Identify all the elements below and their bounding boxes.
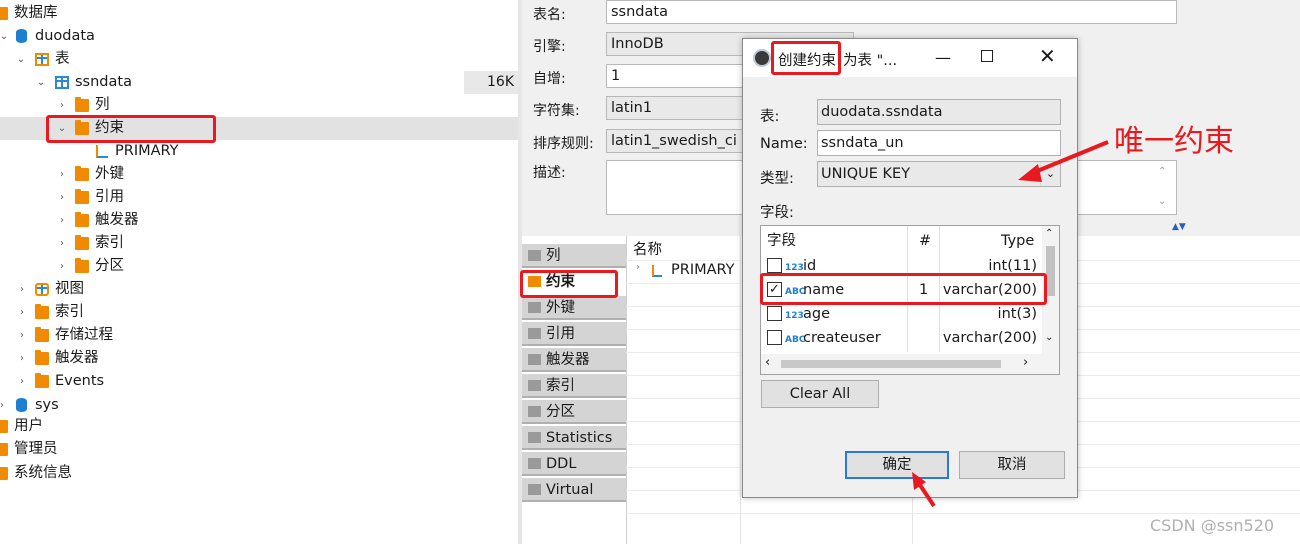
annotation-label: 唯一约束 — [1114, 124, 1234, 159]
watermark: CSDN @ssn520 — [1150, 516, 1275, 535]
arrow-to-type-line — [1029, 140, 1109, 176]
arrow-to-type-head — [1018, 164, 1042, 182]
annotation-arrows — [912, 140, 1109, 508]
